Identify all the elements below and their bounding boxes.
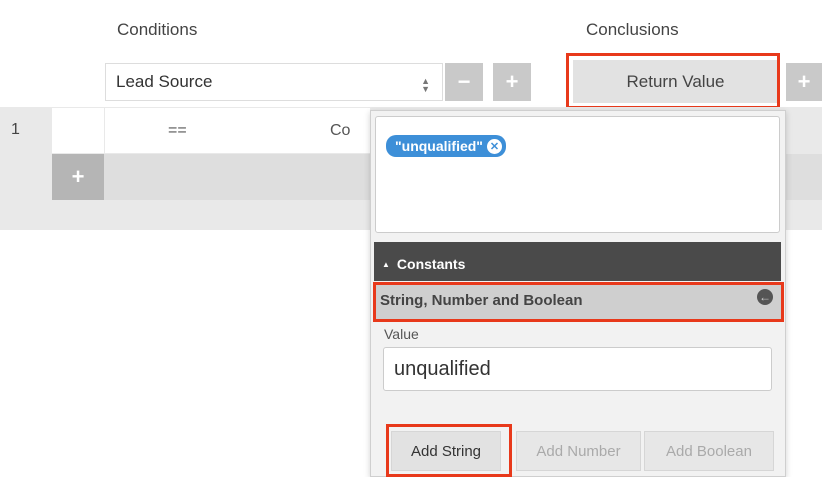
value-label: Value [384,326,419,342]
constants-title: Constants [396,256,466,272]
row-blank-cell [52,108,104,153]
conclusions-header: Conclusions [586,20,679,39]
remove-token-icon[interactable]: ✕ [486,138,502,154]
value-text: Co [330,122,351,139]
value-input[interactable]: unqualified [383,347,772,391]
field-select[interactable]: Lead Source ▲ ▼ [105,63,443,101]
add-boolean-button[interactable]: Add Boolean [644,431,774,471]
remove-condition-button[interactable]: − [445,63,483,101]
add-condition-button[interactable]: + [493,63,531,101]
return-value-highlight [566,53,780,109]
operator-text: == [168,122,187,139]
expression-token[interactable]: "unqualified" ✕ [386,135,506,157]
row-number: 1 [11,121,20,138]
row-operator-cell[interactable]: == Co [105,108,370,153]
subsection-highlight [373,282,784,322]
field-select-value: Lead Source [116,72,213,91]
expression-area[interactable]: "unqualified" ✕ [375,116,780,233]
add-conclusion-button[interactable]: + [786,63,822,101]
conditions-header: Conditions [117,20,198,39]
add-string-highlight [386,424,512,477]
add-number-button[interactable]: Add Number [516,431,641,471]
collapse-caret-icon: ▲ [382,260,390,269]
add-row-button[interactable]: + [52,154,104,200]
expression-token-label: "unqualified" [395,138,483,154]
constants-header[interactable]: ▲ Constants [374,242,781,281]
select-arrows-icon: ▲ ▼ [421,76,430,94]
